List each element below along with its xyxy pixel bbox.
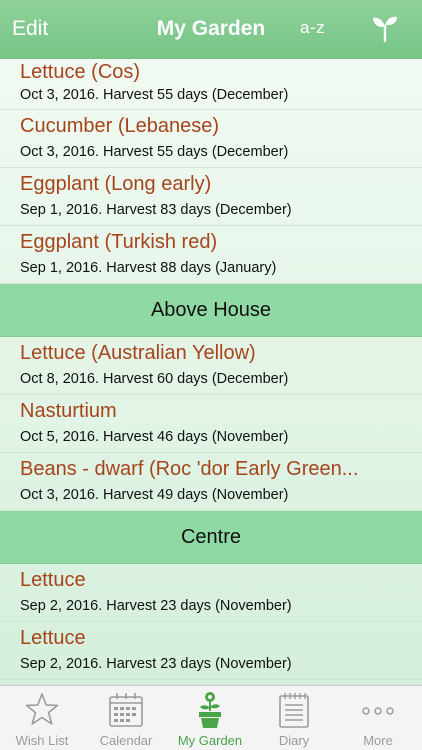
- calendar-icon: [109, 693, 143, 727]
- garden-list[interactable]: Lettuce (Cos) Oct 3, 2016. Harvest 55 da…: [0, 59, 422, 685]
- tab-label: Wish List: [15, 733, 69, 748]
- plant-name: Lettuce (Cos): [20, 61, 141, 83]
- tab-more[interactable]: More: [336, 686, 420, 750]
- tab-label: More: [363, 733, 393, 748]
- plant-name: Nasturtium: [20, 400, 117, 422]
- tab-label: Diary: [278, 733, 310, 748]
- planting-details: Oct 8, 2016. Harvest 60 days (December): [20, 371, 289, 387]
- section-header-centre: Centre: [0, 511, 422, 564]
- plant-name: Cucumber (Lebanese): [20, 115, 219, 137]
- sort-az-button[interactable]: a-z: [300, 18, 325, 38]
- page-title: My Garden: [156, 17, 266, 40]
- plant-name: Lettuce (Australian Yellow): [20, 342, 256, 364]
- edit-button[interactable]: Edit: [12, 17, 48, 41]
- list-item[interactable]: Lettuce (Australian Yellow) Oct 8, 2016.…: [0, 337, 422, 395]
- planting-details: Sep 2, 2016. Harvest 23 days (November): [20, 598, 292, 614]
- planting-details: Oct 5, 2016. Harvest 46 days (November): [20, 429, 289, 445]
- star-icon: [25, 693, 59, 725]
- list-item[interactable]: Eggplant (Turkish red) Sep 1, 2016. Harv…: [0, 226, 422, 284]
- planting-details: Sep 1, 2016. Harvest 88 days (January): [20, 260, 277, 276]
- list-item[interactable]: Lettuce Sep 2, 2016. Harvest 23 days (No…: [0, 564, 422, 622]
- seedling-icon[interactable]: [370, 13, 400, 43]
- list-item[interactable]: Lettuce Sep 2, 2016. Harvest 23 days (No…: [0, 622, 422, 680]
- navigation-bar: Edit My Garden a-z: [0, 0, 422, 59]
- list-item[interactable]: Eggplant (Long early) Sep 1, 2016. Harve…: [0, 168, 422, 226]
- notepad-icon: [279, 693, 309, 728]
- plant-pot-icon: [199, 692, 221, 728]
- tab-wish-list[interactable]: Wish List: [0, 686, 84, 750]
- planting-details: Oct 3, 2016. Harvest 55 days (December): [20, 87, 289, 103]
- planting-details: Sep 1, 2016. Harvest 83 days (December): [20, 202, 292, 218]
- list-item[interactable]: Beans - dwarf (Roc 'dor Early Green... O…: [0, 453, 422, 511]
- tab-label: Calendar: [99, 733, 153, 748]
- section-header-above-house: Above House: [0, 284, 422, 337]
- plant-name: Beans - dwarf (Roc 'dor Early Green...: [20, 458, 359, 480]
- tab-calendar[interactable]: Calendar: [84, 686, 168, 750]
- tab-bar: Wish List Calendar My Garden Diary More: [0, 685, 422, 750]
- tab-diary[interactable]: Diary: [252, 686, 336, 750]
- plant-name: Lettuce: [20, 569, 86, 591]
- list-item[interactable]: Lettuce (Cos) Oct 3, 2016. Harvest 55 da…: [0, 59, 422, 110]
- plant-name: Eggplant (Turkish red): [20, 231, 218, 253]
- planting-details: Sep 2, 2016. Harvest 23 days (November): [20, 656, 292, 672]
- list-item[interactable]: Nasturtium Oct 5, 2016. Harvest 46 days …: [0, 395, 422, 453]
- plant-name: Eggplant (Long early): [20, 173, 212, 195]
- tab-my-garden[interactable]: My Garden: [168, 686, 252, 750]
- more-dots-icon: [362, 707, 394, 715]
- tab-label: My Garden: [177, 733, 243, 748]
- planting-details: Oct 3, 2016. Harvest 49 days (November): [20, 487, 289, 503]
- list-item[interactable]: Cucumber (Lebanese) Oct 3, 2016. Harvest…: [0, 110, 422, 168]
- plant-name: Lettuce: [20, 627, 86, 649]
- planting-details: Oct 3, 2016. Harvest 55 days (December): [20, 144, 289, 160]
